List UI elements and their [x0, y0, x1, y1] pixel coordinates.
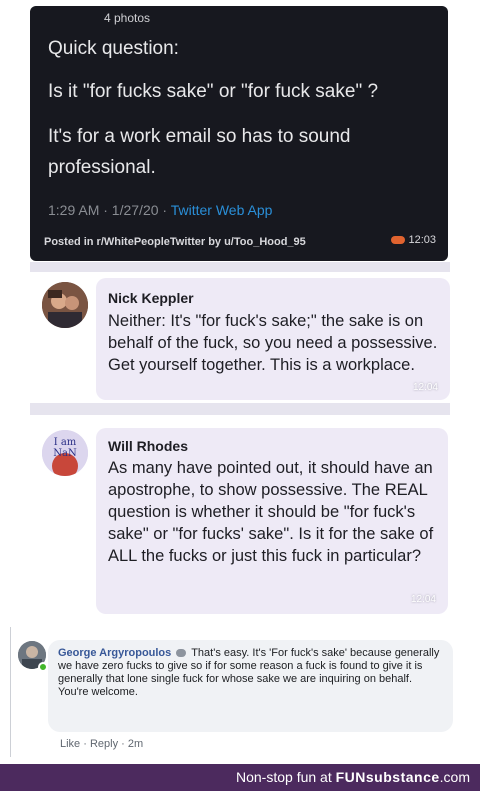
- footer-prefix: Non-stop fun at: [236, 769, 336, 785]
- avatar-nick[interactable]: [42, 282, 88, 328]
- tweet-line-1: Quick question:: [48, 38, 179, 59]
- photo-count: 4 photos: [104, 11, 151, 25]
- comment-actions: Like · Reply · 2m: [60, 738, 144, 750]
- footer-brand: FUNsubstance: [335, 769, 440, 785]
- status-clock: 12:03: [391, 234, 436, 246]
- footer-suffix: .com: [439, 769, 470, 785]
- reddit-posted-in: Posted in r/WhitePeopleTwitter by u/Too_…: [44, 236, 306, 248]
- divider: [30, 262, 450, 272]
- divider: [30, 403, 450, 415]
- comment-closing: You're welcome.: [58, 686, 138, 698]
- comment-text-block: George Argyropoulos That's easy. It's 'F…: [58, 647, 448, 699]
- notification-icon: [391, 236, 406, 245]
- sender-name[interactable]: Will Rhodes: [108, 438, 188, 454]
- reply-link[interactable]: Reply: [90, 738, 118, 750]
- message-bubble: Will Rhodes As many have pointed out, it…: [96, 428, 448, 614]
- footer-text: Non-stop fun at FUNsubstance.com: [236, 769, 470, 785]
- tweet-timestamp: 1:29 AM · 1/27/20 ·: [48, 202, 171, 218]
- online-status-icon: [38, 662, 48, 672]
- watermark-footer: Non-stop fun at FUNsubstance.com: [0, 764, 480, 791]
- comment-bubble: George Argyropoulos That's easy. It's 'F…: [48, 640, 453, 732]
- tweet-app-link[interactable]: Twitter Web App: [171, 202, 273, 218]
- avatar-will[interactable]: I am NaN: [42, 430, 88, 476]
- commenter-name[interactable]: George Argyropoulos: [58, 647, 171, 659]
- tweet-line-2: Is it "for fucks sake" or "for fuck sake…: [48, 81, 379, 102]
- message-bubble: Nick Keppler Neither: It's "for fuck's s…: [96, 278, 450, 400]
- message-time: 12:04: [410, 594, 436, 605]
- message-text: Neither: It's "for fuck's sake;" the sak…: [108, 312, 438, 374]
- tweet-meta: 1:29 AM · 1/27/20 · Twitter Web App: [48, 202, 272, 218]
- comment-age: 2m: [127, 738, 144, 750]
- message-time: 12:04: [412, 382, 438, 393]
- message-text: As many have pointed out, it should have…: [108, 459, 434, 565]
- messenger-icon: [176, 649, 187, 658]
- avatar-text: I am NaN: [53, 437, 77, 459]
- like-link[interactable]: Like: [60, 738, 80, 750]
- tweet-card: 4 photos Quick question: Is it "for fuck…: [30, 6, 448, 261]
- clock-text: 12:03: [408, 234, 436, 246]
- sender-name[interactable]: Nick Keppler: [108, 290, 194, 306]
- tweet-line-3: It's for a work email so has to sound pr…: [48, 126, 351, 178]
